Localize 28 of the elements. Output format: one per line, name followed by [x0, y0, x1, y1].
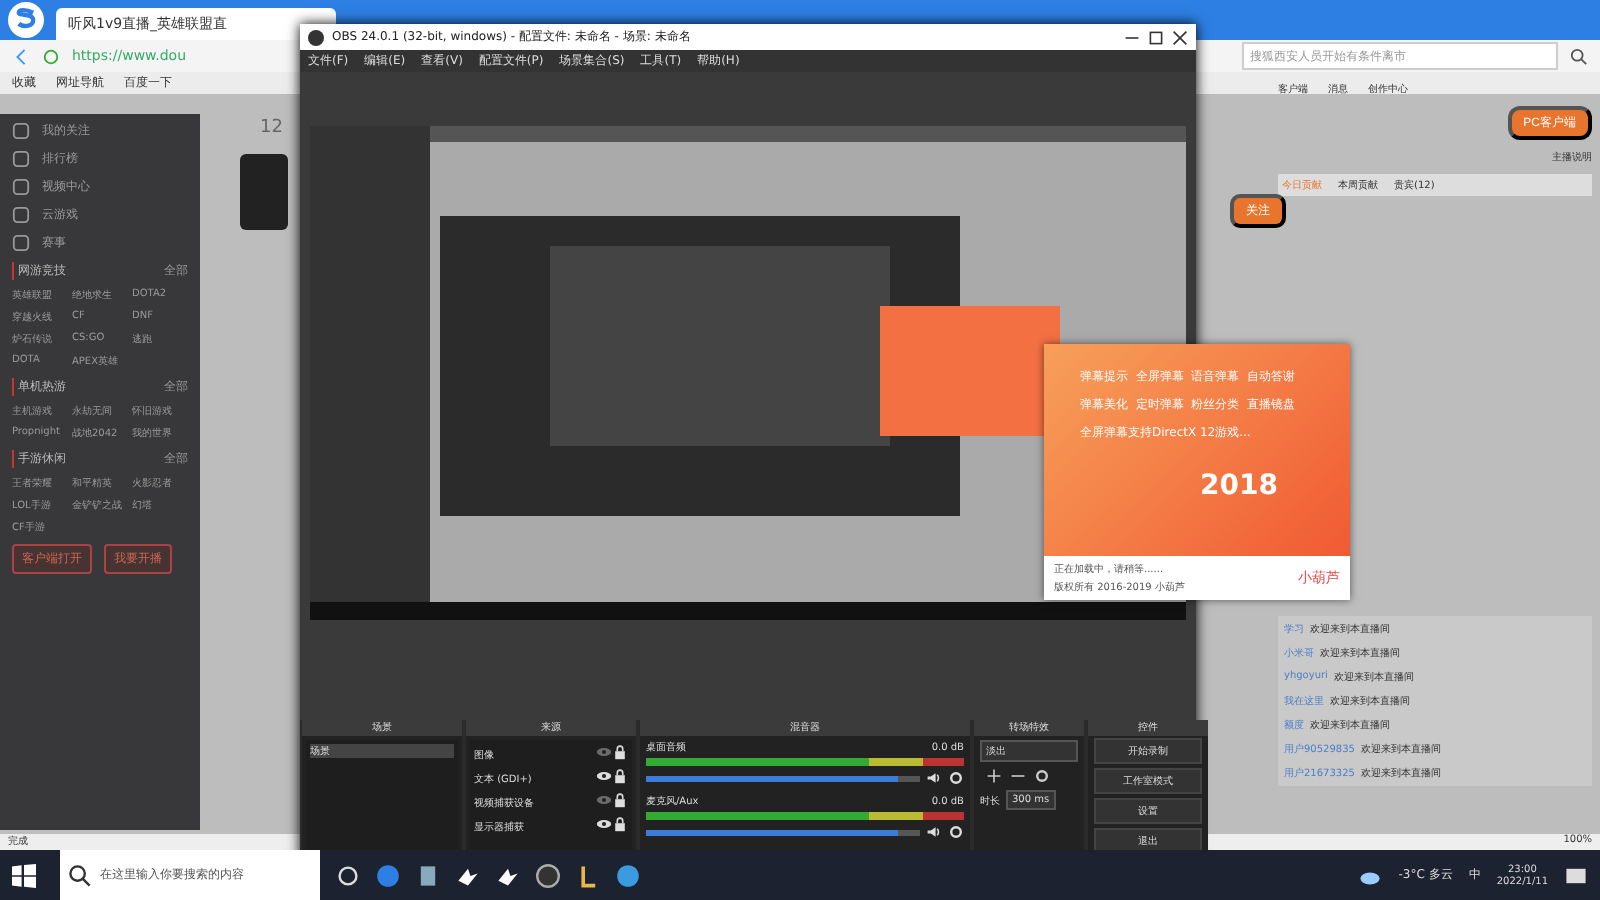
search-icon [68, 863, 92, 887]
task-view-icon[interactable] [336, 863, 360, 887]
start-icon[interactable] [12, 863, 36, 887]
settings-icon[interactable] [948, 770, 964, 786]
settings-icon[interactable] [1034, 768, 1050, 784]
refresh-icon[interactable] [42, 47, 60, 65]
settings-icon[interactable] [948, 824, 964, 840]
browser-app-icon[interactable] [376, 863, 400, 887]
app-icon[interactable] [416, 863, 440, 887]
search-icon[interactable] [1570, 47, 1588, 65]
back-icon[interactable] [12, 47, 30, 65]
speaker-icon[interactable] [926, 824, 942, 840]
avatar-placeholder [240, 154, 288, 230]
lock-icon[interactable] [612, 816, 628, 832]
globe-app-icon[interactable] [616, 863, 640, 887]
notification-icon[interactable] [1564, 863, 1588, 887]
add-icon[interactable] [986, 768, 1002, 784]
year-text: 2018 [1198, 470, 1280, 502]
speaker-icon[interactable] [926, 770, 942, 786]
app-icon[interactable] [576, 863, 600, 887]
eye-icon[interactable] [596, 768, 612, 784]
close-icon[interactable] [1172, 29, 1188, 45]
maximize-icon[interactable] [1148, 29, 1164, 45]
follower-count: 12 [260, 118, 283, 138]
eye-icon[interactable] [596, 816, 612, 832]
lock-icon[interactable] [612, 768, 628, 784]
lock-icon[interactable] [612, 744, 628, 760]
lock-icon[interactable] [612, 792, 628, 808]
